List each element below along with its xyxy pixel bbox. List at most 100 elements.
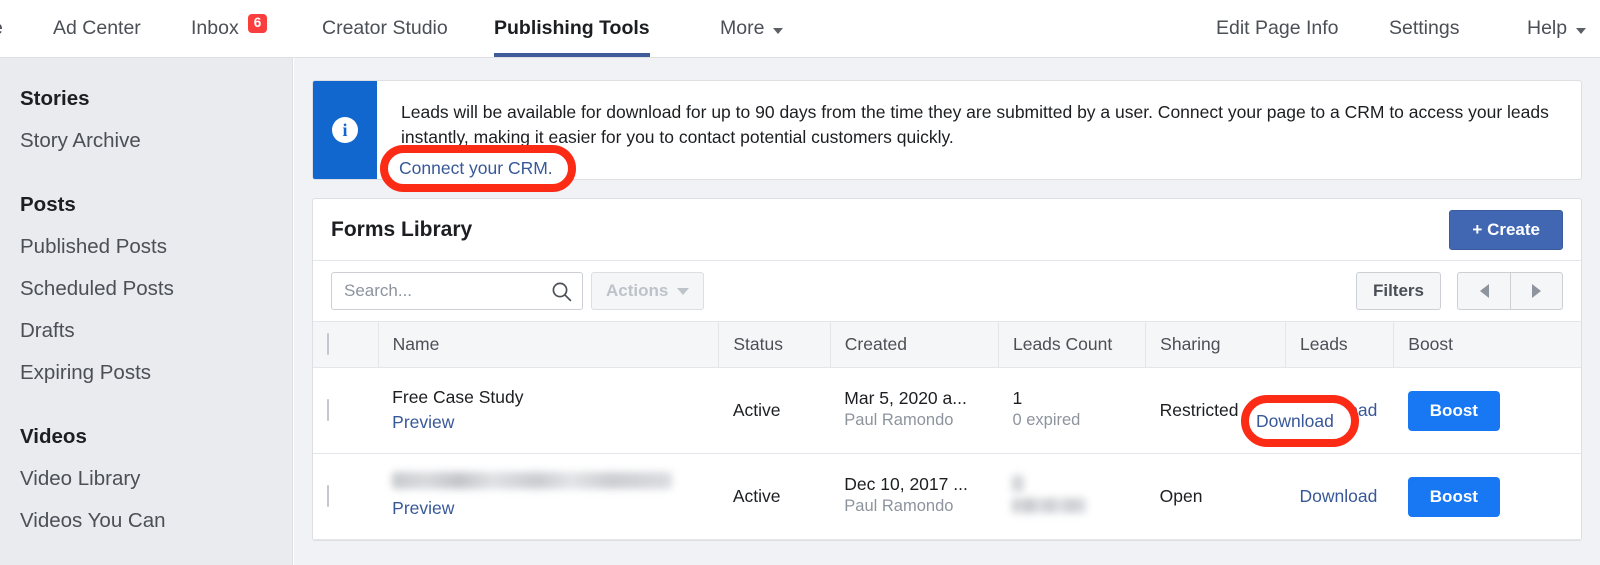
column-header-leads[interactable]: Leads (1285, 321, 1395, 368)
search-icon[interactable] (551, 281, 572, 302)
active-tab-underline (494, 53, 650, 57)
row-name-cell: Free Case Study Preview (378, 367, 719, 454)
nav-item-publishing-tools[interactable]: Publishing Tools (494, 0, 650, 57)
form-preview-link[interactable]: Preview (392, 496, 705, 521)
pagination-controls (1457, 272, 1563, 310)
sidebar-item-expiring-posts[interactable]: Expiring Posts (0, 352, 292, 394)
sidebar-item-scheduled-posts[interactable]: Scheduled Posts (0, 268, 292, 310)
boost-button[interactable]: Boost (1407, 390, 1500, 431)
created-by: Paul Ramondo (844, 411, 954, 430)
leads-count-value: 1 (1012, 388, 1023, 409)
leads-expired-value: 0 expired (1012, 411, 1081, 430)
nav-item-label: Settings (1389, 17, 1460, 39)
row-name-cell: Preview (378, 453, 719, 540)
nav-item-help[interactable]: Help (1527, 0, 1587, 57)
column-header-boost[interactable]: Boost (1393, 321, 1581, 368)
nav-item-label: Inbox (191, 17, 239, 39)
banner-accent-strip: i (313, 81, 377, 179)
nav-item-label: Ad Center (53, 17, 141, 39)
nav-item-creator-studio[interactable]: Creator Studio (322, 0, 448, 57)
sidebar-item-videos-you-can[interactable]: Videos You Can (0, 500, 292, 542)
select-all-checkbox[interactable] (327, 333, 329, 355)
forms-table-head: Name Status Created Leads Count Sharing … (313, 321, 1581, 368)
nav-item-inbox[interactable]: Inbox 6 (191, 0, 268, 57)
created-date: Dec 10, 2017 ... (844, 474, 968, 495)
row-created-cell: Dec 10, 2017 ... Paul Ramondo (830, 453, 999, 540)
pagination-next-button[interactable] (1510, 273, 1562, 309)
search-input[interactable] (342, 280, 551, 302)
chevron-down-icon (677, 287, 690, 295)
leads-count-value-redacted (1012, 475, 1131, 497)
page-title: Forms Library (331, 217, 473, 241)
column-header-created[interactable]: Created (830, 321, 999, 368)
nav-item-page[interactable]: e (0, 0, 3, 57)
chevron-right-icon (1532, 284, 1541, 298)
row-checkbox[interactable] (327, 399, 329, 421)
nav-item-more[interactable]: More (720, 0, 784, 57)
filters-button[interactable]: Filters (1355, 272, 1441, 310)
sidebar-item-published-posts[interactable]: Published Posts (0, 226, 292, 268)
form-preview-link[interactable]: Preview (392, 410, 705, 435)
table-header-row: Name Status Created Leads Count Sharing … (313, 321, 1581, 368)
actions-dropdown[interactable]: Actions (591, 272, 705, 310)
forms-table: Name Status Created Leads Count Sharing … (313, 321, 1581, 540)
row-checkbox[interactable] (327, 485, 329, 507)
download-link[interactable]: Download (1300, 486, 1378, 506)
banner-body: Leads will be available for download for… (377, 81, 1581, 179)
row-leads-cell: Download (1285, 453, 1394, 540)
forms-library-header: Forms Library + Create (313, 199, 1581, 261)
column-header-status[interactable]: Status (718, 321, 831, 368)
nav-item-label: e (0, 17, 3, 40)
row-leads-count-cell: 1 0 expired (998, 367, 1146, 454)
forms-table-body: Free Case Study Preview Active Mar 5, 20… (313, 367, 1581, 540)
column-header-sharing[interactable]: Sharing (1145, 321, 1286, 368)
redaction-bar (1012, 475, 1025, 492)
row-status-cell: Active (718, 367, 831, 454)
form-name-redacted (392, 472, 705, 496)
nav-item-edit-page-info[interactable]: Edit Page Info (1216, 0, 1339, 57)
column-header-leads-count[interactable]: Leads Count (998, 321, 1147, 368)
row-checkbox-cell (313, 453, 379, 540)
nav-item-ad-center[interactable]: Ad Center (53, 0, 141, 57)
row-boost-cell: Boost (1393, 367, 1581, 454)
forms-toolbar: Actions Filters (313, 261, 1581, 321)
row-status-cell: Active (718, 453, 831, 540)
download-highlight-label[interactable]: Download (1256, 395, 1334, 447)
nav-item-label: More (720, 17, 765, 39)
sidebar-item-story-archive[interactable]: Story Archive (0, 120, 292, 162)
search-box[interactable] (331, 272, 583, 310)
inbox-badge: 6 (247, 14, 268, 33)
chevron-down-icon (1576, 27, 1587, 34)
pagination-prev-button[interactable] (1458, 273, 1510, 309)
table-row[interactable]: Preview Active Dec 10, 2017 ... Paul Ram… (313, 453, 1581, 540)
column-header-name[interactable]: Name (378, 321, 720, 368)
row-sharing-cell: Open (1145, 453, 1286, 540)
sidebar-heading-videos: Videos (20, 425, 87, 448)
nav-item-settings[interactable]: Settings (1389, 0, 1459, 57)
info-icon: i (332, 117, 358, 143)
boost-button[interactable]: Boost (1407, 476, 1500, 517)
created-date: Mar 5, 2020 a... (844, 388, 967, 409)
main-content: i Leads will be available for download f… (294, 58, 1600, 565)
nav-item-label: Help (1527, 17, 1568, 39)
row-leads-count-cell (998, 453, 1146, 540)
chevron-left-icon (1479, 284, 1489, 298)
actions-dropdown-label: Actions (606, 281, 669, 300)
sidebar-heading-posts: Posts (20, 193, 76, 216)
row-boost-cell: Boost (1393, 453, 1581, 540)
sidebar-item-drafts[interactable]: Drafts (0, 310, 292, 352)
chevron-down-icon (773, 27, 784, 34)
sidebar-heading-stories: Stories (20, 87, 90, 110)
row-checkbox-cell (313, 367, 379, 454)
table-row[interactable]: Free Case Study Preview Active Mar 5, 20… (313, 367, 1581, 454)
connect-crm-highlight-label[interactable]: Connect your CRM. (399, 145, 553, 192)
leads-expired-value-redacted (1012, 497, 1131, 518)
nav-item-label: Publishing Tools (494, 17, 650, 39)
create-button[interactable]: + Create (1449, 209, 1563, 250)
toolbar-right-group: Filters (1355, 272, 1563, 310)
row-created-cell: Mar 5, 2020 a... Paul Ramondo (830, 367, 999, 454)
sidebar-item-video-library[interactable]: Video Library (0, 458, 292, 500)
sidebar: Stories Story Archive Posts Published Po… (0, 58, 293, 565)
